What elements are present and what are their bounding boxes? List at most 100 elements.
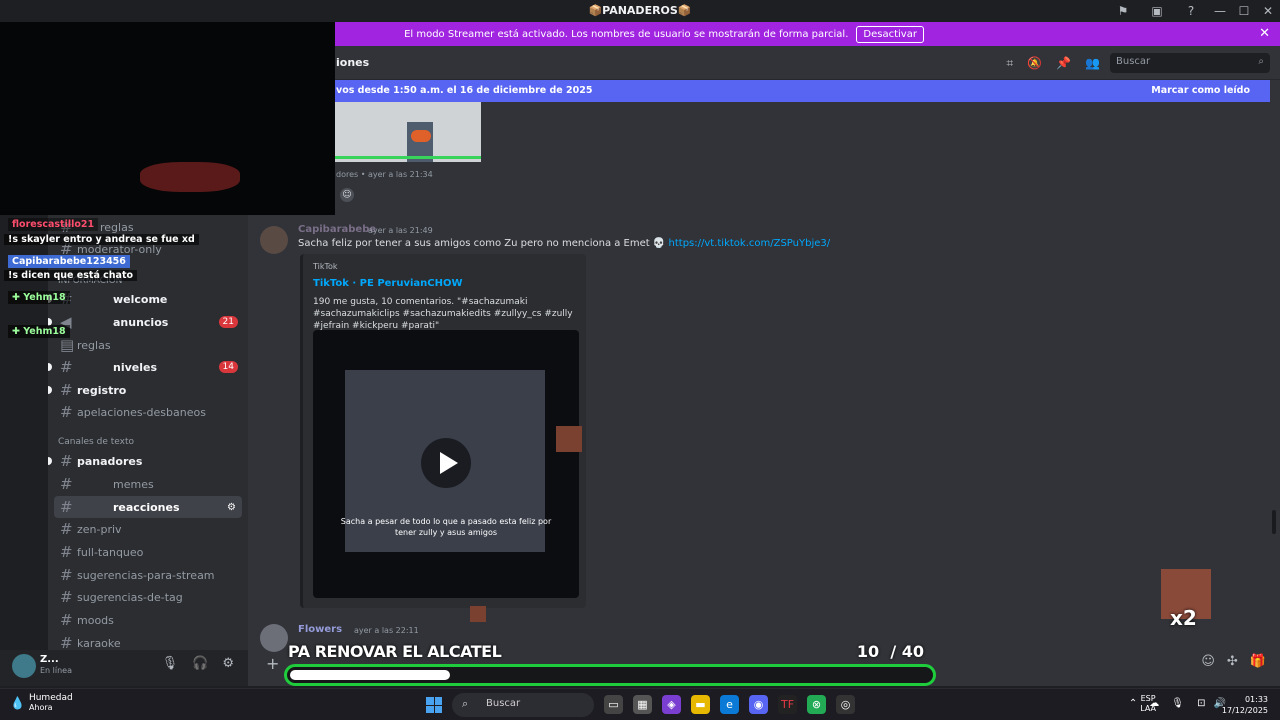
emote-image	[556, 426, 582, 452]
weather-widget[interactable]: 💧 Humedad Ahora	[10, 693, 73, 712]
channel-apelaciones[interactable]: # apelaciones-desbaneos	[48, 401, 248, 423]
search-icon: ⌕	[1258, 56, 1264, 67]
taskbar-search[interactable]: ⌕ Buscar	[452, 693, 594, 717]
help-icon[interactable]: ?	[1181, 3, 1201, 19]
window-icon[interactable]: ▣	[1147, 3, 1167, 19]
channel-sugerencias-stream[interactable]: # sugerencias-para-stream	[48, 564, 248, 586]
xbox-icon[interactable]: ⊗	[807, 695, 826, 714]
chevron-up-icon[interactable]: ⌃	[1129, 698, 1137, 709]
user-name[interactable]: Z...	[40, 654, 59, 665]
channel-karaoke[interactable]: # karaoke	[48, 632, 248, 650]
embed-author[interactable]: TikTok · PE PeruvianCHOW	[313, 278, 463, 289]
avatar[interactable]	[260, 226, 288, 254]
app-icon[interactable]: ◎	[836, 695, 855, 714]
streamer-banner-text: El modo Streamer está activado. Los nomb…	[404, 28, 849, 40]
start-button[interactable]	[426, 697, 442, 713]
file-explorer-icon[interactable]: ▬	[691, 695, 710, 714]
play-icon[interactable]	[421, 438, 471, 488]
chat-message: !s skayler entro y andrea se fue xd	[4, 234, 199, 245]
disable-streamer-button[interactable]: Desactivar	[856, 25, 924, 43]
mute-icon[interactable]: 🔕	[1027, 56, 1042, 71]
timestamp: ayer a las 22:11	[354, 626, 419, 635]
unread-badge: 14	[218, 361, 238, 373]
author-name[interactable]: Capibarabebe	[298, 224, 376, 235]
microphone-icon[interactable]: 🎙	[162, 656, 179, 671]
members-icon[interactable]: 👥	[1085, 56, 1100, 71]
search-input[interactable]: Buscar ⌕	[1110, 53, 1270, 73]
apps-icon[interactable]: ✣	[1227, 654, 1238, 669]
close-icon[interactable]: ✕	[1259, 26, 1270, 41]
goal-progress-fill	[290, 670, 450, 680]
headphones-icon[interactable]: 🎧	[192, 656, 208, 671]
multiplier-label: x2	[1170, 606, 1197, 630]
channel-memes[interactable]: # memes	[48, 473, 248, 495]
message-link[interactable]: https://vt.tiktok.com/ZSPuYbje3/	[669, 238, 831, 249]
chat-username: ✚ Yehm18	[8, 325, 70, 338]
gear-icon[interactable]: ⚙	[222, 656, 234, 671]
edge-icon[interactable]: e	[720, 695, 739, 714]
close-window-button[interactable]: ✕	[1256, 4, 1280, 18]
channel-moods[interactable]: # moods	[48, 609, 248, 631]
settings-icon[interactable]: ⚙	[227, 502, 236, 513]
category-text-channels[interactable]: Canales de texto	[58, 437, 134, 447]
store-icon[interactable]: ▦	[633, 695, 652, 714]
channel-anuncios[interactable]: ◀ anuncios 21	[48, 311, 248, 333]
channel-reglas-2[interactable]: ▤ reglas	[48, 334, 248, 356]
tiktok-embed: TikTok TikTok · PE PeruvianCHOW 190 me g…	[300, 254, 586, 608]
hash-icon: #	[60, 611, 73, 629]
minimize-button[interactable]: —	[1208, 4, 1232, 18]
embed-provider: TikTok	[313, 262, 338, 271]
threads-icon[interactable]: ⌗	[1006, 56, 1013, 71]
timestamp: ayer a las 21:49	[368, 226, 433, 235]
channel-sugerencias-tag[interactable]: # sugerencias-de-tag	[48, 586, 248, 608]
tf-app-icon[interactable]: TF	[778, 695, 797, 714]
avatar[interactable]	[12, 654, 36, 678]
hash-icon: #	[60, 634, 73, 650]
copilot-icon[interactable]: ◈	[662, 695, 681, 714]
hash-icon: #	[60, 403, 73, 421]
chat-area: iones ⌗ 🔕 📌 👥 Buscar ⌕ vos desde 1:50 a.m…	[248, 46, 1280, 686]
user-status: En línea	[40, 666, 73, 675]
maximize-button[interactable]: ☐	[1232, 4, 1256, 18]
video-player[interactable]: Sacha a pesar de todo lo que a pasado es…	[313, 330, 579, 598]
task-view-icon[interactable]: ▭	[604, 695, 623, 714]
channel-panadores[interactable]: # panadores	[48, 450, 248, 472]
channel-title: iones	[336, 56, 370, 69]
channel-niveles[interactable]: # niveles 14	[48, 356, 248, 378]
emoji-icon[interactable]: ☺	[1201, 654, 1215, 669]
hash-icon: #	[60, 381, 73, 399]
image-attachment[interactable]	[335, 102, 481, 162]
channel-registro[interactable]: # registro	[48, 379, 248, 401]
channel-full-tanqueo[interactable]: # full-tanqueo	[48, 541, 248, 563]
embed-description: 190 me gusta, 10 comentarios. "#sachazum…	[313, 297, 573, 331]
scrollbar-thumb[interactable]	[1272, 510, 1276, 534]
hash-icon: #	[60, 452, 73, 470]
network-icon[interactable]: ⊡	[1197, 698, 1205, 709]
add-attachment-icon[interactable]: +	[266, 654, 279, 673]
channel-reacciones[interactable]: # reacciones ⚙	[54, 496, 242, 518]
gift-icon[interactable]: 🎁	[1250, 654, 1266, 669]
plus-icon: ✚	[12, 326, 24, 337]
message-text: Sacha feliz por tener a sus amigos como …	[298, 238, 831, 249]
chat-username: ✚ Yehm18	[8, 291, 70, 304]
webcam-overlay	[0, 22, 335, 215]
author-name[interactable]: Flowers	[298, 624, 342, 635]
window-title: 📦PANADEROS📦	[588, 4, 692, 17]
microphone-icon[interactable]: 🎙	[1171, 698, 1184, 709]
language-indicator[interactable]: ESP LAA	[1140, 694, 1156, 714]
hash-icon: #	[60, 566, 73, 584]
channel-zen-priv[interactable]: # zen-priv	[48, 518, 248, 540]
search-icon: ⌕	[462, 697, 469, 710]
mark-as-read-button[interactable]: Marcar como leído	[1151, 85, 1250, 96]
clock[interactable]: 01:33 17/12/2025	[1222, 694, 1268, 716]
add-reaction-icon[interactable]: ☺	[340, 188, 354, 202]
pin-icon[interactable]: 📌	[1056, 56, 1071, 71]
taskbar: 💧 Humedad Ahora ⌕ Buscar ▭ ▦ ◈ ▬ e ◉ TF ⊗…	[0, 688, 1280, 720]
emote-image	[470, 606, 486, 622]
discord-icon[interactable]: ◉	[749, 695, 768, 714]
inbox-icon[interactable]: ⚑	[1113, 3, 1133, 19]
list-icon: ▤	[60, 336, 75, 354]
hash-icon: #	[60, 520, 73, 538]
new-messages-bar[interactable]: vos desde 1:50 a.m. el 16 de diciembre d…	[248, 80, 1270, 102]
channel-welcome[interactable]: #welcome	[48, 288, 248, 310]
